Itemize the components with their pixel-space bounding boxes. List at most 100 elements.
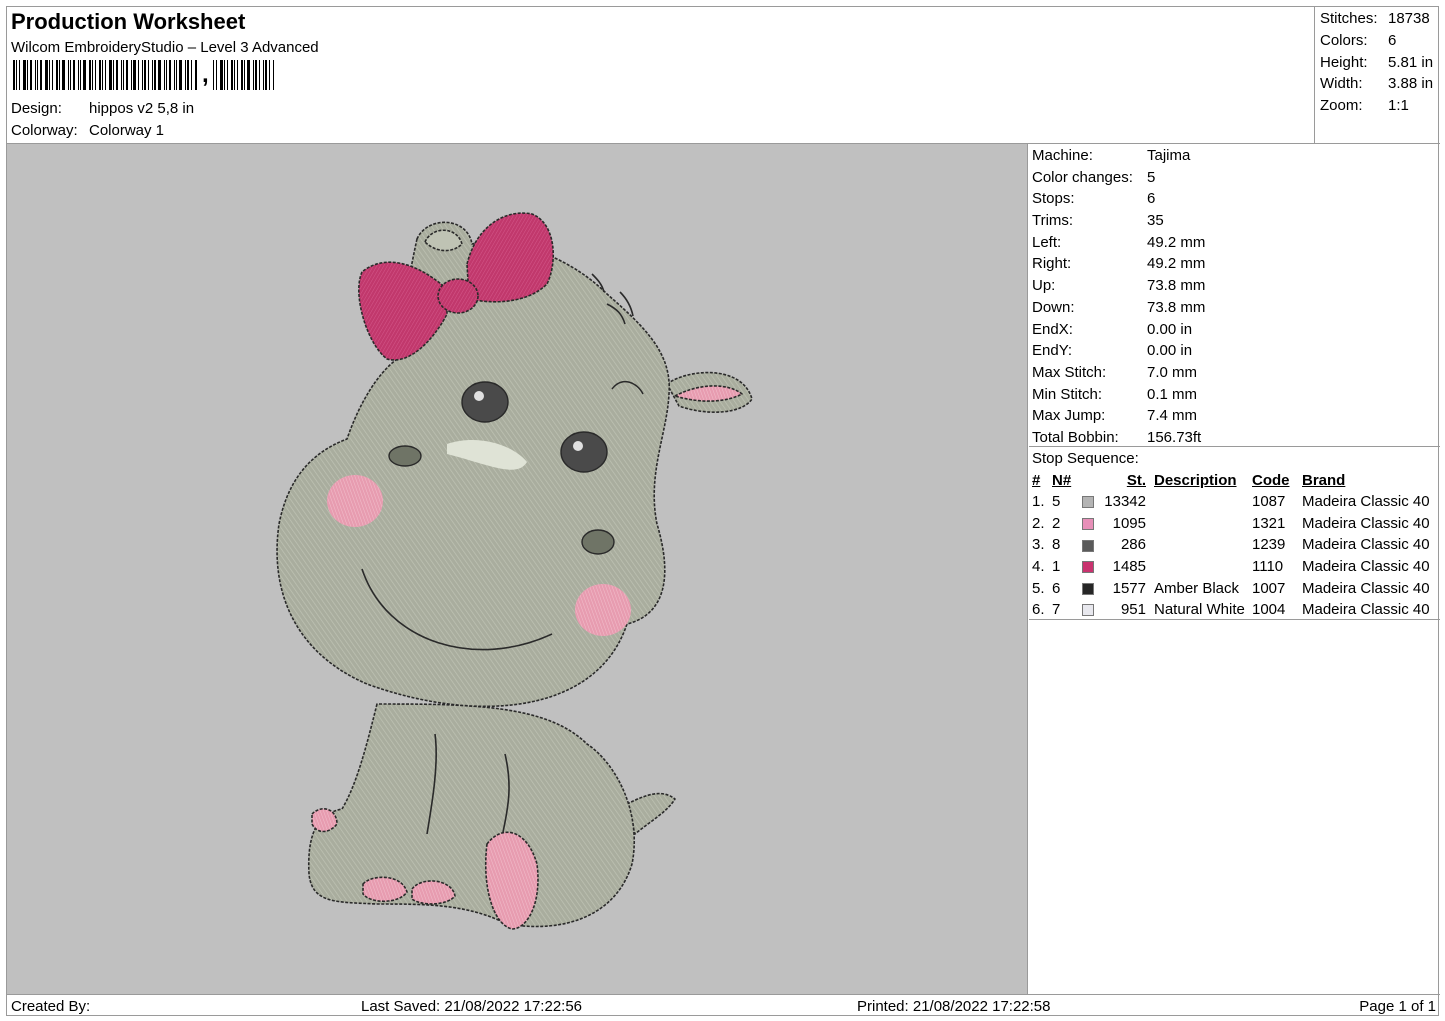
barcode-bar [56, 60, 58, 90]
color-description [1146, 556, 1252, 578]
thread-brand: Madeira Classic 40 [1302, 493, 1430, 511]
design-value: hippos v2 5,8 in [89, 100, 195, 117]
barcode-bar [254, 60, 257, 90]
needle-number: 6 [1052, 579, 1061, 597]
barcode-bar [95, 60, 96, 90]
machine-value: 0.00 in [1147, 342, 1193, 360]
barcode: , [13, 60, 323, 94]
col-description: Description [1154, 472, 1237, 489]
machine-value: Tajima [1147, 147, 1191, 164]
thread-brand: Madeira Classic 40 [1302, 601, 1430, 619]
barcode-bar [19, 60, 20, 90]
needle-number: 1 [1052, 558, 1061, 576]
worksheet-footer: Created By: Last Saved: 21/08/2022 17:22… [7, 994, 1440, 1017]
stitch-count: 13342 [1104, 493, 1146, 511]
machine-row: Machine: Tajima [1032, 145, 1440, 167]
machine-row: EndY: 0.00 in [1032, 340, 1440, 362]
machine-value: 6 [1147, 190, 1156, 208]
machine-row: Trims: 35 [1032, 210, 1440, 232]
barcode-bar [185, 60, 186, 90]
page-title: Production Worksheet [11, 9, 246, 34]
barcode-bar [138, 60, 139, 90]
machine-details: Machine: Tajima Color changes: 5 Stops: 6 Trim… [1029, 144, 1440, 447]
machine-row: Max Jump: 7.4 mm [1032, 405, 1440, 427]
barcode-bar [246, 60, 250, 90]
barcode-bar [219, 60, 223, 90]
barcode-bar [179, 60, 182, 90]
barcode-bar [27, 60, 28, 90]
machine-row: Min Stitch: 0.1 mm [1032, 384, 1440, 406]
design-preview [7, 144, 1028, 994]
barcode-bar [68, 60, 69, 90]
barcode-bar [70, 60, 71, 90]
barcode-bar [212, 60, 214, 90]
barcode-bar [109, 60, 112, 90]
barcode-bar [35, 60, 36, 90]
machine-row: Color changes: 5 [1032, 167, 1440, 189]
needle-number: 8 [1052, 536, 1061, 554]
stop-index: 6. [1032, 601, 1045, 619]
machine-label: Color changes: [1032, 168, 1133, 186]
machine-row: Max Stitch: 7.0 mm [1032, 362, 1440, 384]
barcode-bar [89, 60, 91, 90]
barcode-bar [59, 60, 60, 90]
colorway-label: Colorway: [11, 122, 78, 139]
machine-label: Min Stitch: [1032, 385, 1103, 403]
stat-zoom: Zoom: 1:1 [1320, 97, 1409, 115]
table-row: 5. 6 1577 Amber Black 1007 Madeira Classic 40 [1032, 577, 1438, 599]
color-swatch [1080, 534, 1104, 556]
stop-index: 5. [1032, 579, 1045, 597]
machine-label: Stops: [1032, 190, 1075, 208]
col-code: Code [1252, 472, 1290, 489]
barcode-bar [105, 60, 106, 90]
swatch-square [1082, 582, 1094, 595]
barcode-bar [92, 60, 93, 90]
thread-code: 1110 [1252, 558, 1284, 576]
colorway-row: Colorway: Colorway 1 [11, 122, 164, 139]
barcode-bar [133, 60, 136, 90]
colorway-value: Colorway 1 [89, 122, 165, 139]
stitch-count: 1485 [1112, 558, 1146, 576]
stop-index: 2. [1032, 514, 1045, 532]
stop-index: 4. [1032, 558, 1045, 576]
thread-brand: Madeira Classic 40 [1302, 514, 1430, 532]
stat-width: Width: 3.88 in [1320, 75, 1434, 93]
barcode-bar [37, 60, 38, 90]
barcode-bar [187, 60, 189, 90]
barcode-bar [176, 60, 177, 90]
stat-height: Height: 5.81 in [1320, 53, 1434, 71]
info-panel: Machine: Tajima Color changes: 5 Stops: 6 Trim… [1029, 144, 1440, 994]
barcode-bar [83, 60, 86, 90]
machine-label: Right: [1032, 255, 1072, 273]
barcode-bar [240, 60, 243, 90]
color-swatch [1080, 599, 1104, 621]
machine-row: Up: 73.8 mm [1032, 275, 1440, 297]
stitch-count: 1095 [1112, 514, 1146, 532]
barcode-bar [62, 60, 65, 90]
thread-brand: Madeira Classic 40 [1302, 579, 1430, 597]
swatch-square [1082, 517, 1094, 530]
design-row: Design: hippos v2 5,8 in [11, 100, 194, 117]
machine-label: Machine: [1032, 147, 1093, 164]
table-header-row: # N# St. Description Code Brand [1032, 470, 1438, 491]
color-swatch [1080, 513, 1104, 535]
machine-label: Trims: [1032, 212, 1074, 230]
barcode-bar [116, 60, 118, 90]
barcode-bar [268, 60, 270, 90]
barcode-bar [30, 60, 32, 90]
design-label: Design: [11, 100, 62, 117]
barcode-bar [230, 60, 233, 90]
machine-value: 49.2 mm [1147, 233, 1206, 251]
table-row: 6. 7 951 Natural White 1004 Madeira Classic 4… [1032, 599, 1438, 621]
machine-label: Up: [1032, 277, 1056, 295]
machine-row: Right: 49.2 mm [1032, 253, 1440, 275]
barcode-bar [73, 60, 75, 90]
barcode-bar [262, 60, 264, 90]
barcode-bar [131, 60, 132, 90]
barcode-bar [144, 60, 146, 90]
machine-value: 0.1 mm [1147, 385, 1198, 403]
barcode-bar [16, 60, 17, 90]
swatch-square [1082, 561, 1094, 574]
stitch-count: 1577 [1112, 579, 1146, 597]
barcode-bar [13, 60, 15, 90]
